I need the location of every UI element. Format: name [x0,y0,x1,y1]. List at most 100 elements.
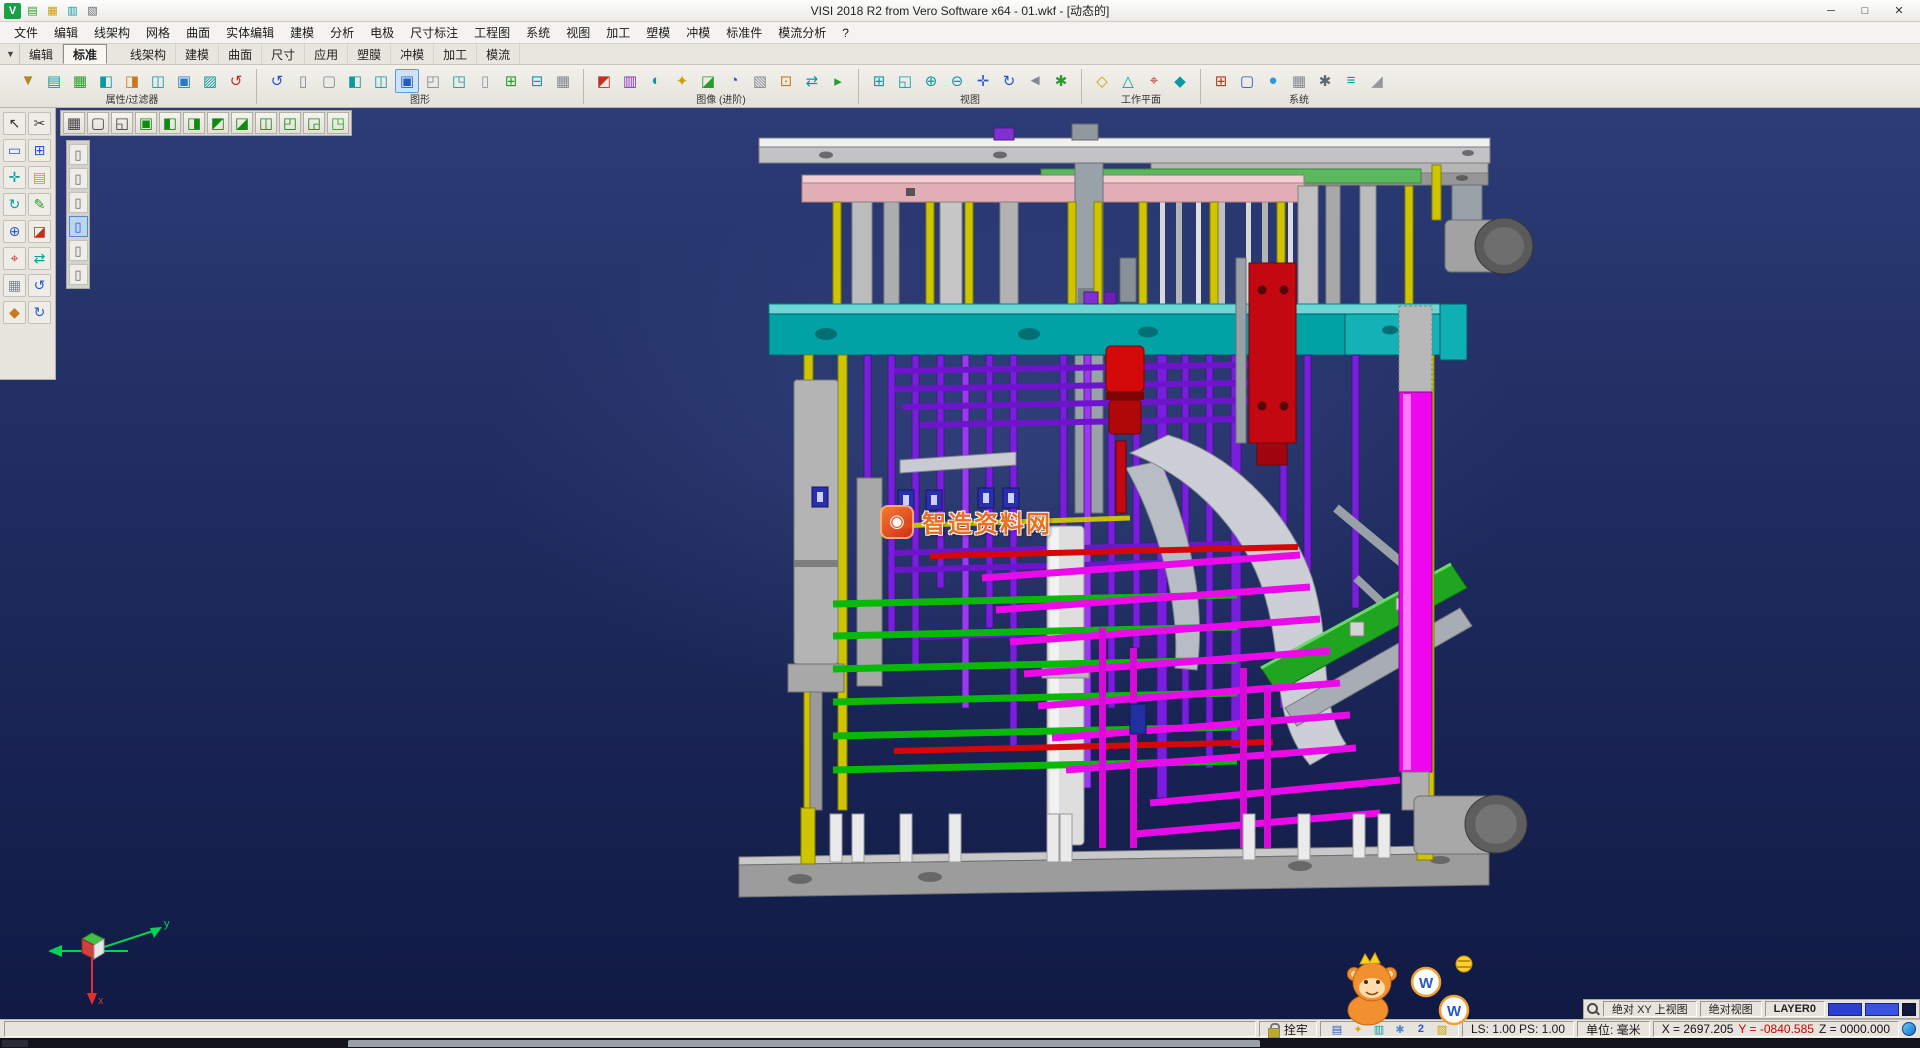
render-icon[interactable]: ◩ [592,69,616,93]
monitor-icon[interactable]: ▢ [1235,69,1259,93]
new-doc-icon[interactable]: ▤ [24,3,41,19]
redo-icon[interactable]: ↻ [28,301,51,324]
pencil-edit-icon[interactable]: ✎ [28,193,51,216]
dynamic-mode-icon[interactable]: ▣ [395,69,419,93]
clipboard-icon[interactable]: ▯ [69,192,88,213]
zoom-dynamic-icon[interactable]: ⊕ [3,220,26,243]
menu-item[interactable]: 系统 [518,22,558,43]
texture-icon[interactable]: ▥ [618,69,642,93]
close-button[interactable]: ✕ [1882,1,1916,21]
menu-item[interactable]: 电极 [362,22,402,43]
clipboard-icon[interactable]: ▯ [69,168,88,189]
background-swatch[interactable] [1902,1003,1916,1016]
rotate-view-icon[interactable]: ↻ [997,69,1021,93]
view-grid-icon[interactable]: ▦ [63,112,85,134]
pan-icon[interactable]: ✛ [971,69,995,93]
filter-wire-icon[interactable]: ◫ [146,69,170,93]
menu-item[interactable]: 曲面 [178,22,218,43]
bookmark-icon[interactable]: ◆ [3,301,26,324]
taskbar[interactable] [0,1038,1920,1048]
menu-item[interactable]: 编辑 [46,22,86,43]
workplane-icon[interactable]: ◇ [1090,69,1114,93]
filter-shade-icon[interactable]: ◨ [120,69,144,93]
tab-dropdown-icon[interactable]: ▼ [2,44,20,64]
mold-assembly-model[interactable] [0,108,1920,1019]
grid-icon[interactable]: ▦ [551,69,575,93]
menu-item[interactable]: 冲模 [678,22,718,43]
tab-standard[interactable]: 标准 [63,44,107,64]
clipboard-icon[interactable]: ▯ [69,240,88,261]
show-element-icon[interactable]: ◳ [447,69,471,93]
prev-view-icon[interactable]: ◄ [1023,69,1047,93]
paste-icon[interactable]: ▤ [28,166,51,189]
tab-machining[interactable]: 加工 [434,44,477,64]
tab-mold[interactable]: 塑膜 [348,44,391,64]
light-icon[interactable]: ✦ [670,69,694,93]
erase-icon[interactable]: ◪ [28,220,51,243]
cube-iso2-view-icon[interactable]: ◲ [303,112,325,134]
cube-dynamic-view-icon[interactable]: ◳ [327,112,349,134]
snap-lock-toggle[interactable]: 拴牢 [1259,1021,1317,1037]
clipboard-icon[interactable]: ▯ [69,216,88,237]
zoom-window-icon[interactable]: ◱ [893,69,917,93]
rotate-orbit-icon[interactable]: ↻ [3,193,26,216]
open-doc-icon[interactable]: ▦ [44,3,61,19]
zoom-out-icon[interactable]: ⊖ [945,69,969,93]
animate-icon[interactable]: ▸ [826,69,850,93]
globe-icon[interactable] [1902,1022,1916,1036]
refresh-icon[interactable]: ↺ [265,69,289,93]
measure-icon[interactable]: ⌖ [3,247,26,270]
clipboard-icon[interactable]: ▯ [69,144,88,165]
tab-surface[interactable]: 曲面 [219,44,262,64]
palette-icon[interactable]: ⊞ [1209,69,1233,93]
slope-icon[interactable]: ◢ [1365,69,1389,93]
active-layer-indicator[interactable]: LAYER0 [1765,1001,1825,1017]
cylinder-tool-icon[interactable]: ▯ [291,69,315,93]
menu-item[interactable]: 网格 [138,22,178,43]
save-doc-icon[interactable]: ▥ [64,3,81,19]
filter-reset-icon[interactable]: ↺ [224,69,248,93]
magnifier-icon[interactable] [1587,1003,1600,1016]
menu-item[interactable]: 线架构 [86,22,138,43]
layers-icon[interactable]: ≡ [1339,69,1363,93]
tab-die[interactable]: 冲模 [391,44,434,64]
view-window-icon[interactable]: ◱ [111,112,133,134]
cube-front-view-icon[interactable]: ◧ [159,112,181,134]
section-icon[interactable]: ◪ [696,69,720,93]
zoom-fit-icon[interactable]: ⊞ [867,69,891,93]
workplane-origin-icon[interactable]: ⌖ [1142,69,1166,93]
taskbar-start-fragment[interactable] [2,1040,28,1047]
cube-iso-view-icon[interactable]: ◰ [279,112,301,134]
menu-item[interactable]: ? [834,24,857,42]
tab-wireframe[interactable]: 线架构 [121,44,176,64]
color-swatch-1[interactable] [1828,1003,1862,1016]
cube-bottom-view-icon[interactable]: ◫ [255,112,277,134]
shade-mode-icon[interactable]: ◧ [343,69,367,93]
cube-top-view-icon[interactable]: ▣ [135,112,157,134]
filter-color-icon[interactable]: ▦ [68,69,92,93]
box-tool-icon[interactable]: ▢ [317,69,341,93]
tab-edit[interactable]: 编辑 [20,44,63,64]
mirror-icon[interactable]: ⇄ [28,247,51,270]
minimize-button[interactable]: ─ [1814,1,1848,21]
view-box-icon[interactable]: ▢ [87,112,109,134]
group-icon[interactable]: ⊟ [525,69,549,93]
globe-tool-icon[interactable]: ● [1261,69,1285,93]
tab-apply[interactable]: 应用 [305,44,348,64]
menu-item[interactable]: 文件 [6,22,46,43]
zoom-in-icon[interactable]: ⊕ [919,69,943,93]
material-icon[interactable]: ◐ [644,69,668,93]
copy-icon[interactable]: ⊞ [28,139,51,162]
selection-box-icon[interactable]: ▭ [3,139,26,162]
absolute-view-indicator[interactable]: 绝对视图 [1700,1001,1762,1017]
tab-modeling[interactable]: 建模 [176,44,219,64]
wireframe-mode-icon[interactable]: ◫ [369,69,393,93]
units-indicator[interactable]: 单位: 毫米 [1577,1021,1650,1037]
maximize-button[interactable]: □ [1848,1,1882,21]
app-logo-icon[interactable]: V [4,3,21,19]
table-icon[interactable]: ▦ [1287,69,1311,93]
menu-item[interactable]: 塑模 [638,22,678,43]
menu-item[interactable]: 尺寸标注 [402,22,466,43]
3d-viewport[interactable]: ↖▭✛↻⊕⌖▦◆ ✂⊞▤✎◪⇄↺↻ ▦▢◱▣◧◨◩◪◫◰◲◳ ▯▯▯▯▯▯ ◉ … [0,108,1920,1019]
hide-element-icon[interactable]: ◰ [421,69,445,93]
